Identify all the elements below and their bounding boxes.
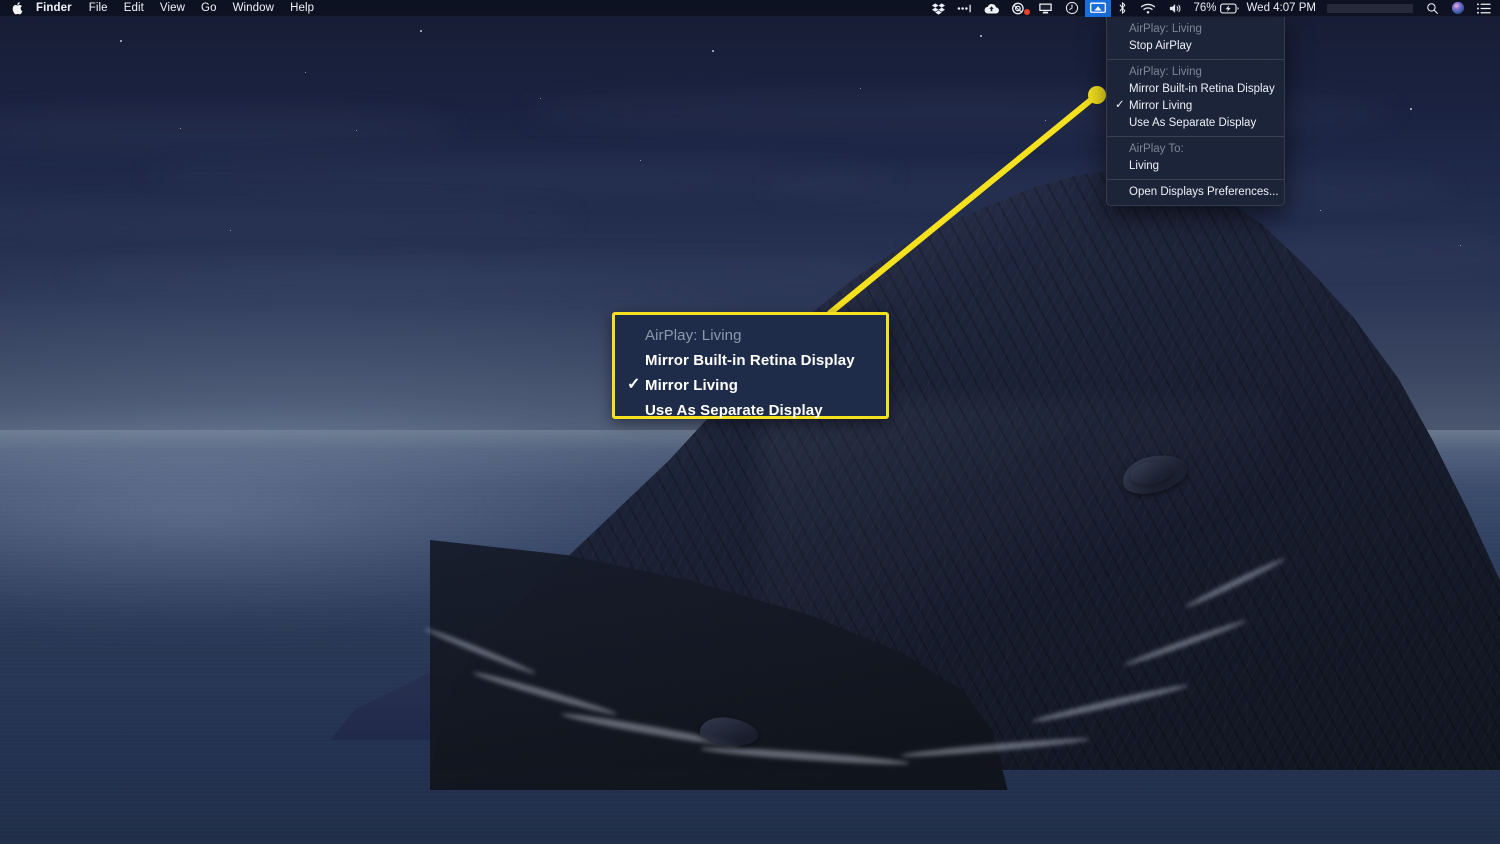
star (420, 30, 422, 32)
menu-separator (1107, 136, 1284, 137)
airplay-menu-item-mirror-living-label: Mirror Living (1129, 100, 1193, 112)
menu-view[interactable]: View (152, 0, 193, 17)
airplay-menu-item-open-displays-preferences[interactable]: Open Displays Preferences... (1107, 184, 1284, 201)
callout-content: AirPlay: Living Mirror Built-in Retina D… (615, 315, 886, 429)
callout-box: AirPlay: Living Mirror Built-in Retina D… (612, 312, 889, 419)
airplay-menu-header-1: AirPlay: Living (1129, 23, 1202, 35)
menu-separator (1107, 59, 1284, 60)
bluetooth-icon[interactable] (1111, 0, 1134, 17)
checkmark-icon: ✓ (1115, 99, 1125, 111)
menu-go[interactable]: Go (193, 0, 225, 17)
siri-icon[interactable] (1445, 0, 1471, 17)
checkmark-icon: ✓ (627, 376, 641, 393)
menu-bar: Finder File Edit View Go Window Help 76%… (0, 0, 1500, 17)
spotlight-search-field[interactable] (1327, 3, 1413, 13)
cloud-band (60, 262, 960, 286)
bartender-icon[interactable] (951, 0, 978, 17)
apple-logo-icon[interactable] (9, 0, 27, 17)
star (712, 50, 714, 52)
time-machine-icon[interactable] (1059, 0, 1085, 17)
battery-charging-icon[interactable] (1219, 0, 1242, 17)
airplay-menu-item-mirror-builtin[interactable]: Mirror Built-in Retina Display (1107, 81, 1284, 98)
menu-file[interactable]: File (81, 0, 116, 17)
star (120, 40, 122, 42)
menu-window[interactable]: Window (225, 0, 283, 17)
airplay-menu-item-stop-airplay[interactable]: Stop AirPlay (1107, 38, 1284, 55)
cloud-upload-icon[interactable] (978, 0, 1005, 17)
callout-item-mirror-builtin[interactable]: Mirror Built-in Retina Display (615, 348, 886, 373)
menu-finder[interactable]: Finder (30, 0, 81, 17)
dropbox-icon[interactable] (926, 0, 951, 17)
airplay-menu-header-2: AirPlay: Living (1129, 66, 1202, 78)
star (980, 35, 982, 37)
star (1410, 108, 1412, 110)
menu-bar-app-menus: Finder File Edit View Go Window Help (0, 0, 322, 16)
menu-separator (1107, 179, 1284, 180)
airplay-dropdown-menu: AirPlay: Living Stop AirPlay AirPlay: Li… (1106, 17, 1285, 206)
search-icon[interactable] (1420, 0, 1445, 17)
battery-percent[interactable]: 76% (1189, 0, 1219, 17)
camera-record-icon[interactable] (1005, 0, 1032, 17)
airplay-menu-item-mirror-living[interactable]: ✓ Mirror Living (1107, 98, 1284, 115)
menu-help[interactable]: Help (282, 0, 322, 17)
airplay-menu-header-3: AirPlay To: (1129, 143, 1184, 155)
menu-bar-status-items: 76% Wed 4:07 PM (926, 0, 1500, 17)
airplay-menu-item-living[interactable]: Living (1107, 158, 1284, 175)
list-icon[interactable] (1471, 0, 1493, 17)
volume-icon[interactable] (1162, 0, 1189, 17)
callout-item-use-separate-display[interactable]: Use As Separate Display (615, 398, 886, 423)
wifi-icon[interactable] (1134, 0, 1162, 17)
record-badge (1023, 8, 1030, 15)
airplay-menu-item-use-separate-display[interactable]: Use As Separate Display (1107, 115, 1284, 132)
callout-item-mirror-living-label: Mirror Living (645, 377, 738, 394)
menu-edit[interactable]: Edit (116, 0, 152, 17)
screen-share-icon[interactable] (1032, 0, 1059, 17)
airplay-display-icon[interactable] (1084, 0, 1111, 17)
callout-header: AirPlay: Living (645, 327, 742, 344)
callout-item-mirror-living[interactable]: ✓ Mirror Living (615, 373, 886, 398)
menu-bar-clock[interactable]: Wed 4:07 PM (1242, 0, 1321, 17)
